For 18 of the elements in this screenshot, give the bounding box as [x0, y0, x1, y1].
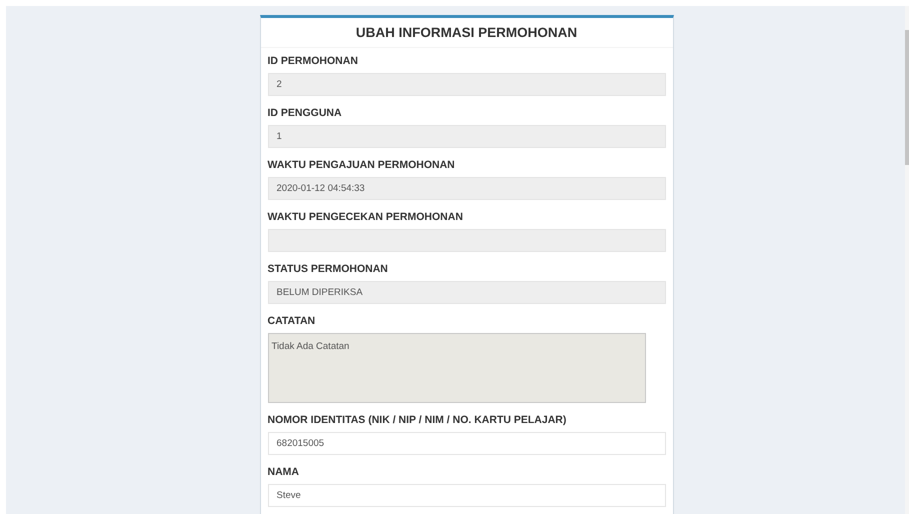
field-label: WAKTU PENGECEKAN PERMOHONAN [268, 210, 464, 225]
field-label: CATATAN [268, 314, 316, 329]
field-label: NOMOR IDENTITAS (NIK / NIP / NIM / NO. KARTU PELAJAR) [268, 413, 568, 428]
input-field[interactable] [268, 229, 666, 252]
input-field[interactable]: 682015005 [268, 432, 666, 455]
scrollbar[interactable] [905, 6, 909, 514]
field-label: WAKTU PENGAJUAN PERMOHONAN [268, 158, 456, 173]
input-field[interactable]: BELUM DIPERIKSA [268, 281, 666, 304]
field-label: STATUS PERMOHONAN [268, 262, 389, 277]
input-field[interactable]: Steve [268, 484, 666, 507]
field-label: ID PERMOHONAN [268, 54, 359, 69]
field-label: ID PENGGUNA [268, 106, 343, 121]
form-title: UBAH INFORMASI PERMOHONAN [260, 18, 672, 48]
input-field[interactable]: 2 [268, 73, 666, 96]
text-area[interactable]: Tidak Ada Catatan [268, 333, 646, 403]
field-label: NAMA [268, 465, 300, 480]
input-field[interactable]: 1 [268, 125, 666, 148]
input-field[interactable]: 2020-01-12 04:54:33 [268, 177, 666, 200]
